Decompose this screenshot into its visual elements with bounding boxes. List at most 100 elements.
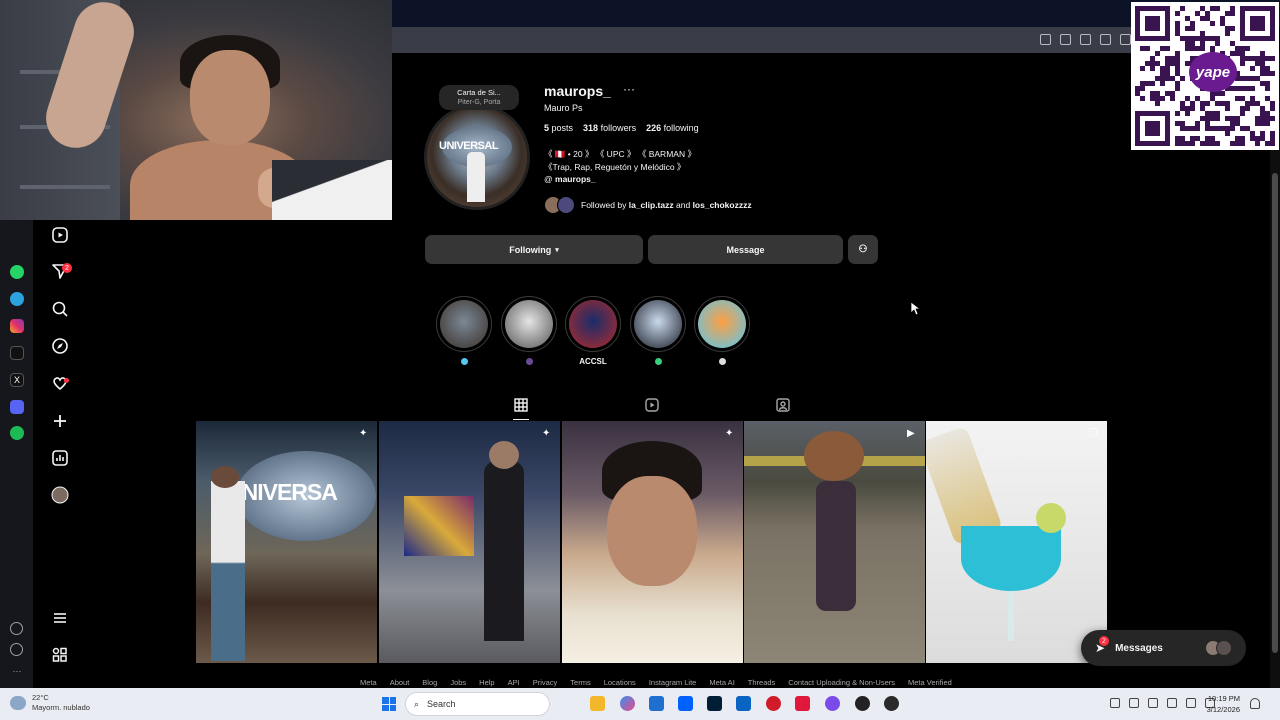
heart-icon[interactable] — [10, 622, 23, 635]
note-subtitle: Piter-G, Porta — [457, 99, 501, 106]
outlook-icon[interactable] — [736, 696, 751, 711]
xbox-icon[interactable] — [884, 696, 899, 711]
history-icon[interactable] — [10, 643, 23, 656]
send-icon[interactable] — [1120, 34, 1131, 45]
profile-full-name: Mauro Ps — [544, 103, 583, 113]
x-icon[interactable]: X — [10, 373, 24, 387]
story-highlight[interactable] — [694, 296, 750, 370]
opera-icon[interactable] — [766, 696, 781, 711]
heart-icon[interactable] — [51, 374, 69, 392]
footer-links: Meta About Blog Jobs Help API Privacy Terms Loca… — [360, 678, 952, 687]
footer-link[interactable]: Privacy — [533, 678, 558, 687]
footer-link[interactable]: Threads — [748, 678, 776, 687]
following-link[interactable]: 226 following — [646, 123, 699, 133]
whatsapp-icon[interactable] — [10, 265, 24, 279]
footer-link[interactable]: Meta Verified — [908, 678, 952, 687]
copilot-icon[interactable] — [620, 696, 635, 711]
messages-label: Messages — [1115, 642, 1163, 654]
volume-icon[interactable] — [1186, 698, 1196, 708]
post-thumbnail[interactable]: ✦ — [379, 421, 560, 663]
profile-avatar[interactable] — [51, 486, 69, 504]
post-thumbnail[interactable]: ❐ — [926, 421, 1107, 663]
vivaldi-icon[interactable] — [795, 696, 810, 711]
weather-desc: Mayorm. nublado — [32, 703, 90, 712]
footer-link[interactable]: About — [390, 678, 410, 687]
highlight-cover — [694, 296, 750, 352]
also-from-meta-icon[interactable] — [51, 646, 69, 664]
story-highlight[interactable]: ACCSL — [565, 296, 621, 367]
network-icon[interactable] — [1129, 698, 1139, 708]
tiktok-icon[interactable] — [10, 346, 24, 360]
followed-by[interactable]: Followed by la_clip.tazz and los_chokozz… — [544, 196, 752, 214]
following-button[interactable]: Following ▾ — [425, 235, 643, 264]
footer-link[interactable]: Help — [479, 678, 494, 687]
notification-bell-icon[interactable] — [1250, 698, 1260, 709]
dashboard-icon[interactable] — [51, 449, 69, 467]
reel-icon: ▶ — [907, 428, 915, 439]
more-icon[interactable]: ··· — [10, 664, 24, 678]
posts-grid-icon[interactable] — [513, 397, 529, 413]
instagram-icon[interactable] — [10, 319, 24, 333]
footer-link[interactable]: Instagram Lite — [649, 678, 697, 687]
clock[interactable]: 10:19 PM 3/12/2026 — [1196, 693, 1240, 715]
telegram-icon[interactable] — [10, 292, 24, 306]
footer-link[interactable]: Jobs — [450, 678, 466, 687]
footer-link[interactable]: Blog — [422, 678, 437, 687]
highlight-emoji-icon — [460, 358, 468, 365]
profile-picture[interactable]: UNIVERSAL — [424, 104, 530, 210]
story-highlight[interactable] — [501, 296, 557, 370]
threads-link[interactable]: @ maurops_ — [544, 173, 696, 186]
spotify-icon[interactable] — [10, 426, 24, 440]
shield-icon[interactable] — [1080, 34, 1091, 45]
notification-badge: 2 — [62, 263, 72, 273]
post-thumbnail[interactable]: UNIVERSA ✦ — [196, 421, 377, 663]
post-thumbnail[interactable]: ▶ — [744, 421, 925, 663]
suggested-users-button[interactable]: ⚇ — [848, 235, 878, 264]
footer-link[interactable]: Contact Uploading & Non-Users — [788, 678, 895, 687]
edit-icon[interactable] — [1040, 34, 1051, 45]
instagram-sidebar: 2 — [33, 220, 193, 688]
more-options-icon[interactable]: ··· — [623, 82, 635, 96]
story-highlight[interactable] — [630, 296, 686, 370]
messenger-app-icon[interactable] — [825, 696, 840, 711]
file-explorer-icon[interactable] — [590, 696, 605, 711]
weather-widget[interactable]: 22°C Mayorm. nublado — [10, 693, 90, 713]
start-button[interactable] — [382, 697, 396, 711]
scrollbar-thumb[interactable] — [1272, 173, 1278, 653]
post-thumbnail[interactable]: ✦ — [562, 421, 743, 663]
profile-note[interactable]: Carta de Si... Piter-G, Porta — [439, 85, 519, 110]
create-icon[interactable] — [51, 412, 69, 430]
explore-icon[interactable] — [51, 337, 69, 355]
search-icon[interactable] — [51, 300, 69, 318]
tray-chevron-icon[interactable] — [1110, 698, 1120, 708]
messages-button[interactable]: ➤ 2 Messages — [1081, 630, 1246, 666]
footer-link[interactable]: API — [508, 678, 520, 687]
followers-link[interactable]: 318 followers — [583, 123, 636, 133]
taskbar-search[interactable]: ⌕ Search — [405, 692, 550, 716]
camera-icon[interactable] — [1060, 34, 1071, 45]
message-button[interactable]: Message — [648, 235, 843, 264]
mic-icon[interactable] — [1148, 698, 1158, 708]
tagged-tab-icon[interactable] — [775, 397, 791, 413]
photoshop-icon[interactable] — [707, 696, 722, 711]
footer-link[interactable]: Locations — [604, 678, 636, 687]
story-highlight[interactable] — [436, 296, 492, 370]
posts-count: 5 posts — [544, 123, 574, 133]
menu-icon[interactable] — [51, 609, 69, 627]
pin-icon: ✦ — [359, 428, 368, 439]
highlight-emoji-icon — [525, 358, 533, 365]
reels-tab-icon[interactable] — [644, 397, 660, 413]
add-user-icon: ⚇ — [858, 244, 868, 255]
footer-link[interactable]: Meta — [360, 678, 377, 687]
discord-icon[interactable] — [10, 400, 24, 414]
store-icon[interactable] — [649, 696, 664, 711]
reels-icon[interactable] — [51, 226, 69, 244]
wifi-icon[interactable] — [1167, 698, 1177, 708]
footer-link[interactable]: Meta AI — [709, 678, 734, 687]
footer-link[interactable]: Terms — [570, 678, 590, 687]
dropbox-icon[interactable] — [678, 696, 693, 711]
highlight-emoji-icon — [654, 358, 662, 365]
obs-icon[interactable] — [855, 696, 870, 711]
extension-icon[interactable] — [1100, 34, 1111, 45]
browser-toolbar — [392, 27, 1132, 53]
